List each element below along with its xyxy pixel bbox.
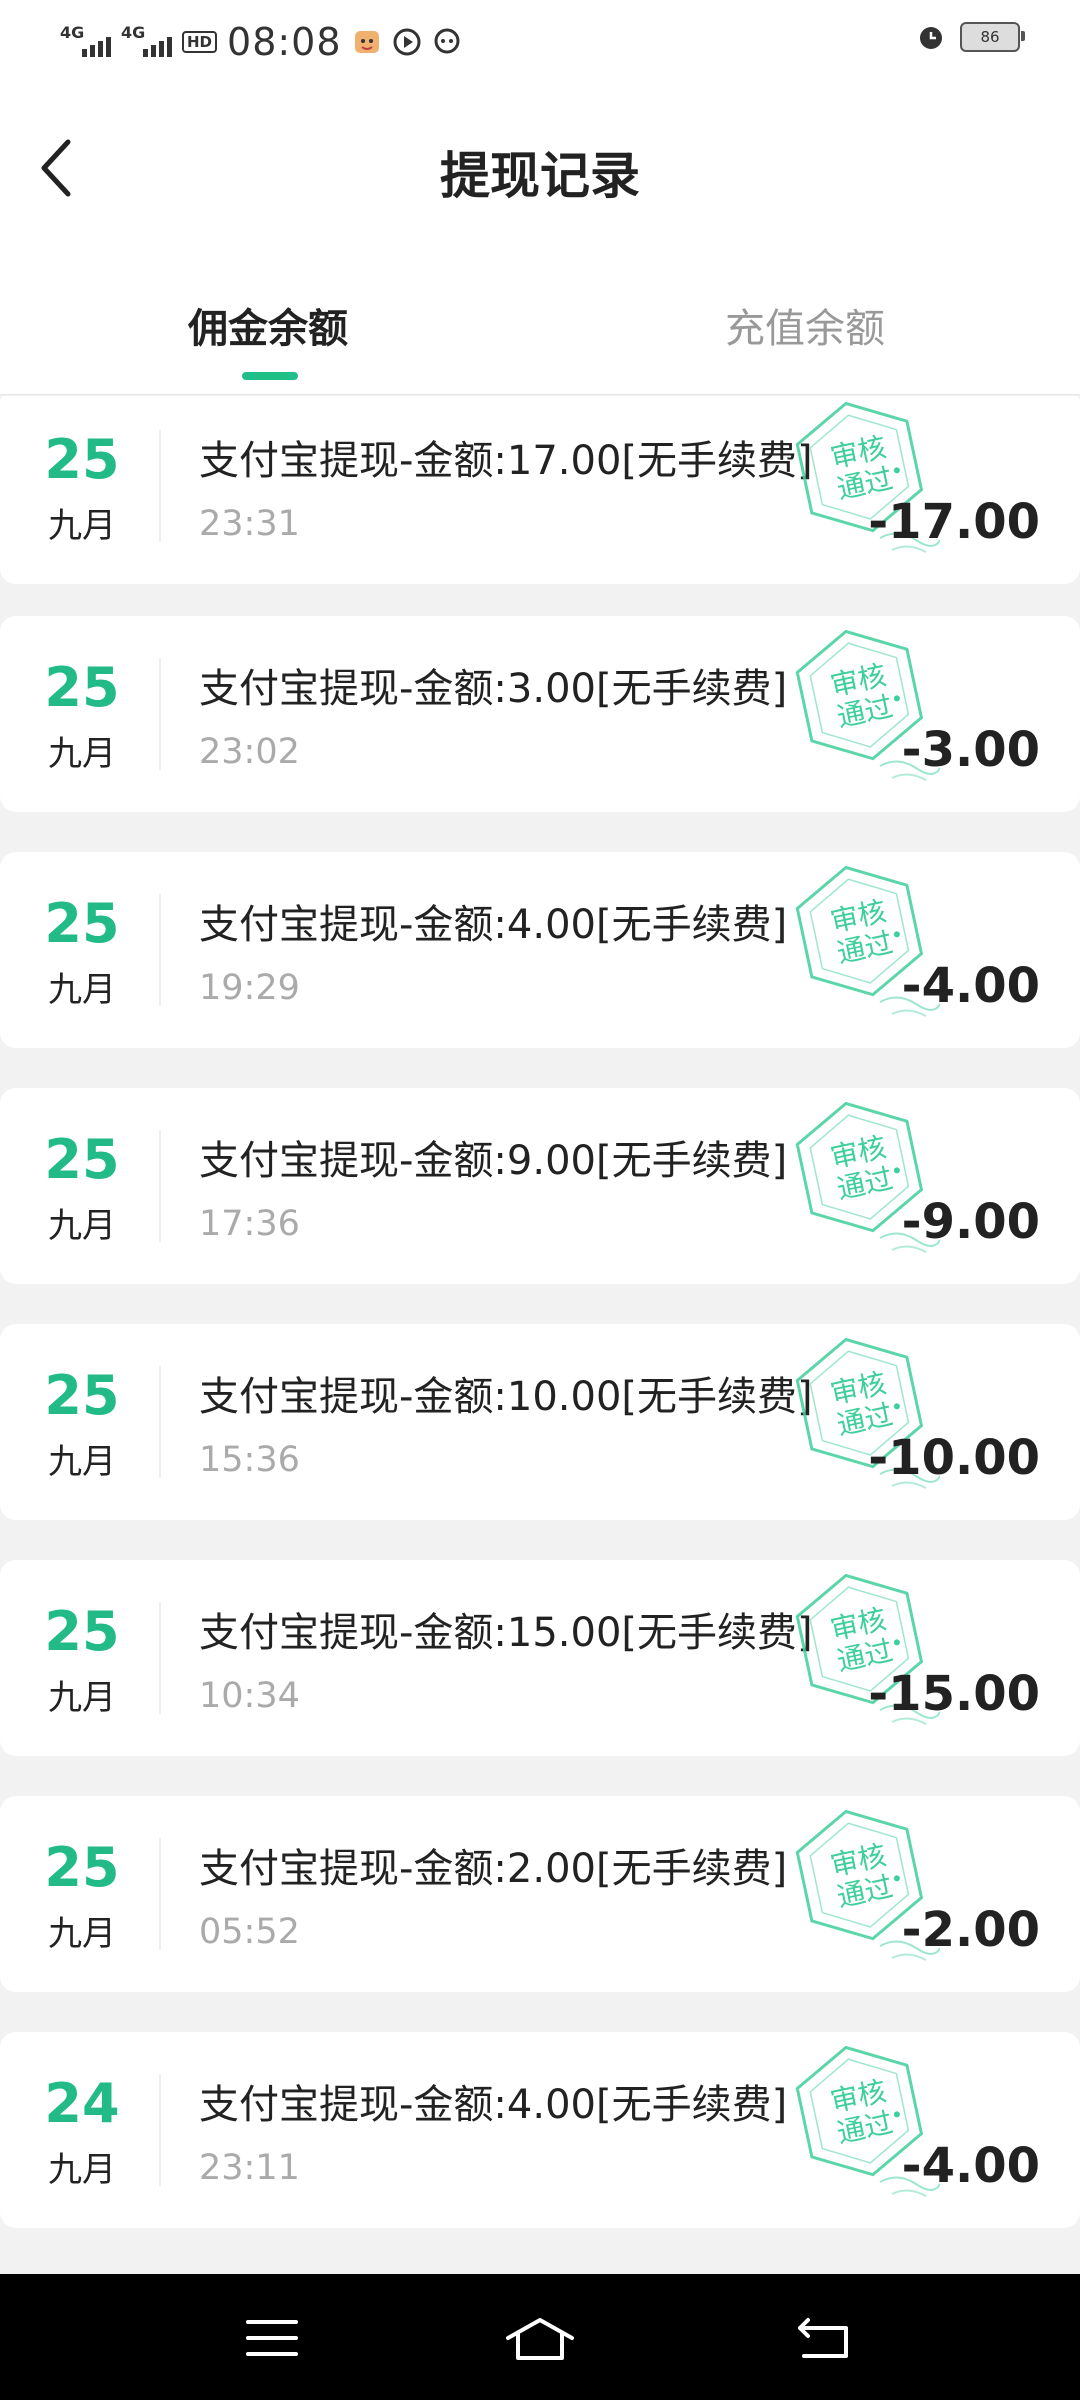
- date-month: 九月: [48, 1914, 116, 1954]
- page-title: 提现记录: [440, 147, 640, 205]
- date-day: 25: [44, 656, 120, 719]
- app-notification-icon: [352, 27, 382, 57]
- signal-icon: 4G: [121, 23, 172, 57]
- record-time: 17:36: [199, 1204, 300, 1244]
- list-item[interactable]: 25 九月 支付宝提现-金额:17.00[无手续费] 23:31 审核 通过 -1…: [0, 396, 1080, 584]
- record-amount: -10.00: [868, 1430, 1040, 1486]
- tab-indicator: [242, 372, 298, 380]
- record-time: 23:11: [199, 2148, 300, 2188]
- record-description: 支付宝提现-金额:9.00[无手续费]: [199, 1138, 788, 1184]
- date-month: 九月: [48, 1442, 116, 1482]
- status-bar: 4G 4G HD 08:08 86: [0, 0, 1080, 84]
- record-description: 支付宝提现-金额:15.00[无手续费]: [199, 1610, 813, 1656]
- divider: [159, 1602, 161, 1714]
- home-icon: [506, 2318, 574, 2360]
- divider: [159, 1130, 161, 1242]
- tab-recharge-balance[interactable]: 充值余额: [725, 296, 885, 354]
- date-month: 九月: [48, 506, 116, 546]
- record-time: 19:29: [199, 968, 300, 1008]
- record-amount: -2.00: [901, 1902, 1040, 1958]
- record-amount: -4.00: [901, 958, 1040, 1014]
- battery-icon: 86: [960, 22, 1025, 52]
- record-description: 支付宝提现-金额:17.00[无手续费]: [199, 438, 813, 484]
- date-month: 九月: [48, 970, 116, 1010]
- tab-bar: 佣金余额 充值余额: [0, 252, 1080, 395]
- date-day: 25: [44, 892, 120, 955]
- home-button[interactable]: [500, 2306, 580, 2370]
- record-amount: -3.00: [901, 722, 1040, 778]
- system-nav-bar: [0, 2274, 1080, 2400]
- status-time: 08:08: [227, 20, 342, 64]
- list-item[interactable]: 25 九月 支付宝提现-金额:9.00[无手续费] 17:36 审核 通过 -9.…: [0, 1088, 1080, 1284]
- app-header: 提现记录: [0, 84, 1080, 252]
- divider: [159, 658, 161, 770]
- date-month: 九月: [48, 2150, 116, 2190]
- list-item[interactable]: 25 九月 支付宝提现-金额:10.00[无手续费] 15:36 审核 通过 -1…: [0, 1324, 1080, 1520]
- play-icon: [392, 27, 422, 57]
- date-day: 25: [44, 1128, 120, 1191]
- record-description: 支付宝提现-金额:4.00[无手续费]: [199, 2082, 788, 2128]
- record-description: 支付宝提现-金额:2.00[无手续费]: [199, 1846, 788, 1892]
- tab-commission-balance[interactable]: 佣金余额: [188, 296, 348, 354]
- date-month: 九月: [48, 1678, 116, 1718]
- list-item[interactable]: 25 九月 支付宝提现-金额:3.00[无手续费] 23:02 审核 通过 -3.…: [0, 616, 1080, 812]
- back-arrow-icon: [798, 2318, 848, 2358]
- list-item[interactable]: 24 九月 支付宝提现-金额:4.00[无手续费] 23:11 审核 通过 -4.…: [0, 2032, 1080, 2228]
- date-day: 25: [44, 1364, 120, 1427]
- record-amount: -9.00: [901, 1194, 1040, 1250]
- record-description: 支付宝提现-金额:4.00[无手续费]: [199, 902, 788, 948]
- date-day: 25: [44, 1836, 120, 1899]
- withdrawal-list[interactable]: 25 九月 支付宝提现-金额:17.00[无手续费] 23:31 审核 通过 -1…: [0, 396, 1080, 2271]
- record-time: 05:52: [199, 1912, 300, 1952]
- date-day: 25: [44, 1600, 120, 1663]
- return-button[interactable]: [784, 2306, 864, 2370]
- record-amount: -4.00: [901, 2138, 1040, 2194]
- list-item[interactable]: 25 九月 支付宝提现-金额:15.00[无手续费] 10:34 审核 通过 -1…: [0, 1560, 1080, 1756]
- menu-button[interactable]: [232, 2306, 312, 2370]
- list-item[interactable]: 25 九月 支付宝提现-金额:4.00[无手续费] 19:29 审核 通过 -4.…: [0, 852, 1080, 1048]
- alarm-icon: [916, 22, 946, 52]
- divider: [159, 1366, 161, 1478]
- hd-voice-icon: HD: [182, 31, 218, 53]
- divider: [159, 1838, 161, 1950]
- divider: [159, 430, 161, 542]
- record-time: 15:36: [199, 1440, 300, 1480]
- date-day: 25: [44, 428, 120, 491]
- record-amount: -15.00: [868, 1666, 1040, 1722]
- record-description: 支付宝提现-金额:10.00[无手续费]: [199, 1374, 813, 1420]
- record-time: 23:31: [199, 504, 300, 544]
- date-month: 九月: [48, 1206, 116, 1246]
- divider: [159, 894, 161, 1006]
- message-icon: [432, 27, 462, 57]
- record-time: 10:34: [199, 1676, 300, 1716]
- signal-icon: 4G: [60, 23, 111, 57]
- record-time: 23:02: [199, 732, 300, 772]
- menu-icon: [246, 2320, 298, 2356]
- record-description: 支付宝提现-金额:3.00[无手续费]: [199, 666, 788, 712]
- date-day: 24: [44, 2072, 120, 2135]
- list-item[interactable]: 25 九月 支付宝提现-金额:2.00[无手续费] 05:52 审核 通过 -2.…: [0, 1796, 1080, 1992]
- date-month: 九月: [48, 734, 116, 774]
- record-amount: -17.00: [868, 494, 1040, 550]
- divider: [159, 2074, 161, 2186]
